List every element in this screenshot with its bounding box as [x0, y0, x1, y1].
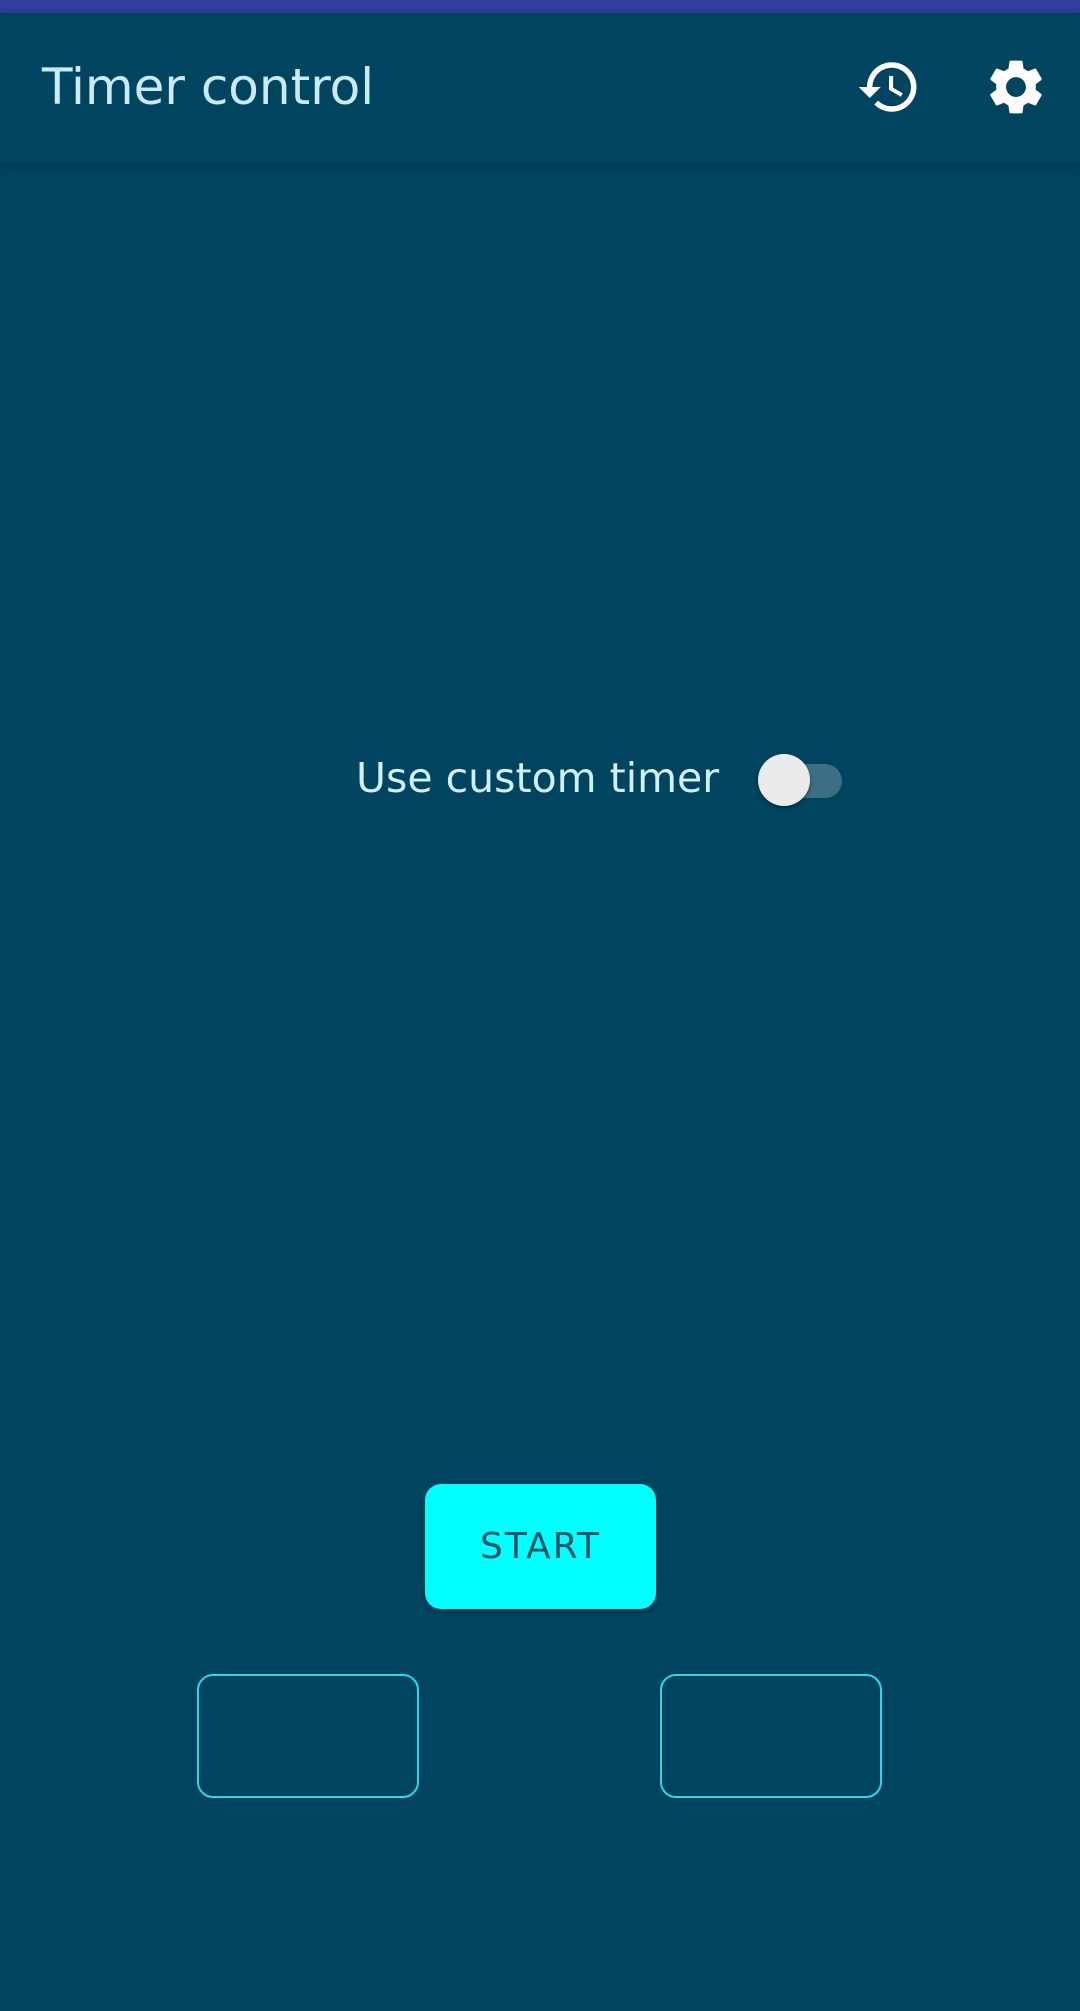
custom-timer-switch[interactable] [758, 749, 844, 809]
gear-icon [990, 60, 1042, 114]
start-button[interactable]: START [425, 1484, 656, 1609]
custom-timer-label: Use custom timer [356, 754, 720, 802]
custom-timer-row: Use custom timer [356, 745, 856, 815]
history-button[interactable] [841, 39, 937, 135]
switch-thumb [758, 754, 810, 806]
settings-button[interactable] [968, 39, 1064, 135]
app-bar: Timer control [0, 13, 1080, 163]
status-bar [0, 0, 1080, 13]
right-outline-button[interactable] [660, 1674, 882, 1798]
page-title: Timer control [42, 58, 375, 116]
left-outline-button[interactable] [197, 1674, 419, 1798]
history-icon [858, 62, 917, 112]
